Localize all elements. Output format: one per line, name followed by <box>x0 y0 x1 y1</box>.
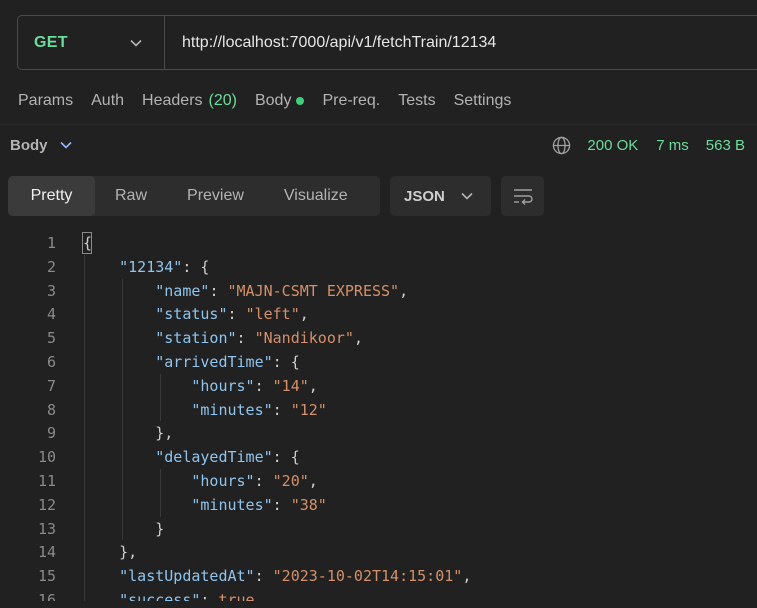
code-text: "station": "Nandikoor", <box>155 329 363 348</box>
code-text: "hours": "14", <box>191 376 318 395</box>
code-line: 8 "minutes": "12" <box>0 398 757 422</box>
line-number: 16 <box>37 591 56 601</box>
code-line: 13 } <box>0 517 757 541</box>
request-tabs: Params Auth Headers (20) Body Pre-req. T… <box>18 88 529 114</box>
tab-body[interactable]: Body <box>254 92 305 110</box>
line-number: 10 <box>37 448 56 467</box>
tab-label: Params <box>18 92 74 109</box>
code-text: "minutes": "12" <box>191 400 327 419</box>
code-text: "success": true <box>119 591 255 601</box>
code-text: }, <box>83 543 138 562</box>
code-text: "name": "MAJN-CSMT EXPRESS", <box>155 281 409 300</box>
code-text: "delayedTime": { <box>155 448 300 467</box>
tab-label: Auth <box>91 92 125 109</box>
code-line: 1{ <box>0 231 757 255</box>
code-line: 14 }, <box>0 540 757 564</box>
line-number: 4 <box>46 305 56 324</box>
code-text: "arrivedTime": { <box>155 353 300 371</box>
code-line: 16 "success": true <box>0 588 757 601</box>
line-number: 1 <box>46 234 56 252</box>
section-divider <box>0 124 757 125</box>
method-label: GET <box>34 33 68 51</box>
url-bar: GET http://localhost:7000/api/v1/fetchTr… <box>17 15 757 70</box>
globe-icon[interactable] <box>552 136 571 155</box>
tab-label: Body <box>254 92 292 109</box>
code-text: "minutes": "38" <box>191 495 327 514</box>
method-select[interactable]: GET <box>18 16 165 69</box>
indent-guide <box>160 469 162 517</box>
indent-guide <box>160 373 162 422</box>
view-mode-tabs: Pretty Raw Preview Visualize <box>8 176 380 216</box>
line-number: 8 <box>46 400 56 419</box>
line-number: 9 <box>46 424 56 443</box>
tab-label: Tests <box>398 92 436 109</box>
tab-auth[interactable]: Auth <box>91 92 124 110</box>
line-number: 13 <box>37 519 56 538</box>
code-line: 12 "minutes": "38" <box>0 493 757 517</box>
tab-params[interactable]: Params <box>18 92 73 110</box>
format-label: JSON <box>404 187 445 205</box>
format-select[interactable]: JSON <box>390 176 491 216</box>
line-number: 12 <box>37 495 56 514</box>
response-header: Body 200 OK 7 ms 563 B <box>0 126 757 164</box>
status-code[interactable]: 200 OK <box>587 137 638 154</box>
line-number: 2 <box>46 257 56 276</box>
code-line: 15 "lastUpdatedAt": "2023-10-02T14:15:01… <box>0 564 757 588</box>
code-line: 2 "12134": { <box>0 255 757 279</box>
response-status: 200 OK 7 ms 563 B <box>552 136 745 155</box>
chevron-down-icon <box>59 141 72 149</box>
code-text: "status": "left", <box>155 305 309 324</box>
response-section-label: Body <box>10 136 48 154</box>
tab-prerequest[interactable]: Pre-req. <box>322 92 380 110</box>
indent-guide <box>84 254 85 601</box>
code-line: 10 "delayedTime": { <box>0 445 757 469</box>
url-input[interactable]: http://localhost:7000/api/v1/fetchTrain/… <box>165 34 496 52</box>
line-number: 3 <box>46 281 56 300</box>
response-body-viewer[interactable]: 1{2 "12134": {3 "name": "MAJN-CSMT EXPRE… <box>0 231 757 601</box>
code-line: 6 "arrivedTime": { <box>0 350 757 374</box>
line-number: 15 <box>37 567 56 586</box>
body-indicator-dot <box>296 97 305 105</box>
headers-count: (20) <box>208 92 237 109</box>
chevron-down-icon <box>461 192 473 200</box>
code-text: "12134": { <box>119 257 210 276</box>
code-line: 9 }, <box>0 421 757 445</box>
code-text: } <box>83 519 165 538</box>
tab-tests[interactable]: Tests <box>398 92 435 110</box>
tab-headers[interactable]: Headers (20) <box>142 92 237 110</box>
wrap-lines-icon <box>513 189 533 205</box>
code-text: "lastUpdatedAt": "2023-10-02T14:15:01", <box>119 567 472 586</box>
code-line: 11 "hours": "20", <box>0 469 757 493</box>
indent-guide <box>122 278 124 541</box>
line-number: 14 <box>37 543 56 562</box>
tab-preview[interactable]: Preview <box>167 176 264 216</box>
code-text: "hours": "20", <box>191 472 318 490</box>
tab-raw[interactable]: Raw <box>95 176 167 216</box>
response-time[interactable]: 7 ms <box>656 137 689 154</box>
tab-label: Settings <box>453 92 512 109</box>
response-size[interactable]: 563 B <box>706 137 745 154</box>
code-line: 5 "station": "Nandikoor", <box>0 326 757 350</box>
tab-visualize[interactable]: Visualize <box>264 176 368 216</box>
line-number: 5 <box>46 329 56 348</box>
tab-settings[interactable]: Settings <box>454 92 512 110</box>
code-line: 3 "name": "MAJN-CSMT EXPRESS", <box>0 279 757 303</box>
code-text: }, <box>83 424 174 443</box>
line-number: 6 <box>46 353 56 371</box>
line-number: 7 <box>46 376 56 395</box>
chevron-down-icon <box>130 34 142 52</box>
wrap-lines-button[interactable] <box>501 176 544 216</box>
tab-label: Headers <box>142 92 203 109</box>
bracket-match-highlight <box>82 232 92 254</box>
code-line: 7 "hours": "14", <box>0 374 757 398</box>
tab-pretty[interactable]: Pretty <box>8 176 95 216</box>
response-section-select[interactable]: Body <box>10 137 72 154</box>
tab-label: Pre-req. <box>322 92 381 109</box>
line-number: 11 <box>37 472 56 490</box>
code-line: 4 "status": "left", <box>0 302 757 326</box>
